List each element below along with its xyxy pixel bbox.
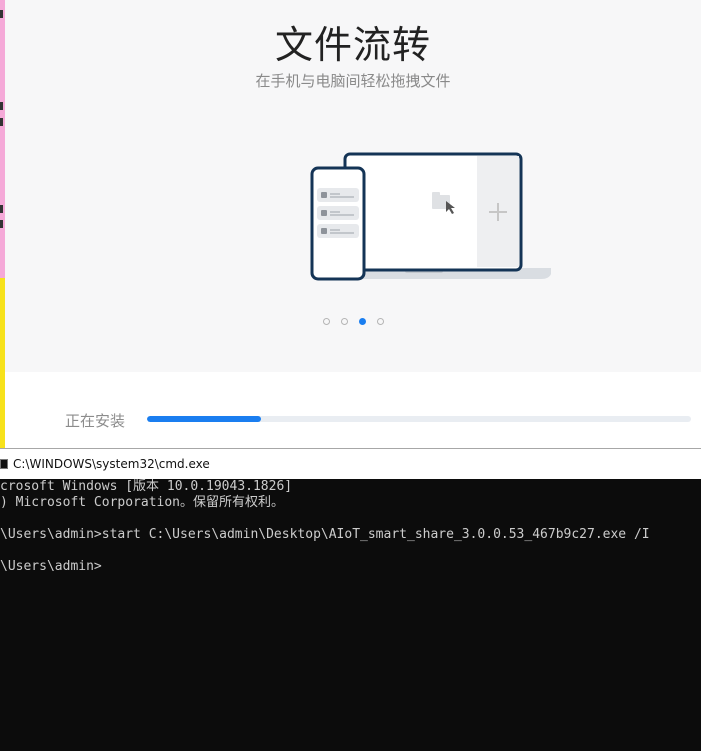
install-progress-area: 正在安装 (5, 372, 701, 448)
feature-title: 文件流转 (274, 23, 431, 67)
progress-bar-fill (147, 416, 262, 422)
console-line: ) Microsoft Corporation。保留所有权利。 (0, 495, 285, 510)
feature-subtitle: 在手机与电脑间轻松拖拽文件 (255, 72, 451, 90)
file-transfer-illustration (310, 152, 551, 281)
screen: 文件流转 在手机与电脑间轻松拖拽文件 正在安装 C:\WINDOWS\syste… (0, 0, 701, 751)
carousel-dots (5, 318, 701, 325)
desktop-icon-fragment (0, 118, 3, 126)
carousel-dot[interactable] (340, 318, 348, 325)
console-line: \Users\admin> (0, 559, 102, 574)
carousel-dot[interactable] (322, 318, 330, 325)
console-line: \Users\admin>start C:\Users\admin\Deskto… (0, 527, 650, 542)
installer-window: 文件流转 在手机与电脑间轻松拖拽文件 正在安装 (5, 0, 701, 448)
cmd-title-bar[interactable]: C:\WINDOWS\system32\cmd.exe (0, 448, 701, 479)
cmd-window[interactable]: C:\WINDOWS\system32\cmd.exe crosoft Wind… (0, 448, 701, 751)
progress-bar (147, 416, 691, 422)
cmd-window-title: C:\WINDOWS\system32\cmd.exe (13, 457, 210, 471)
carousel-dot[interactable] (376, 318, 384, 325)
console-line: crosoft Windows [版本 10.0.19043.1826] (0, 479, 293, 494)
desktop-icon-fragment (0, 10, 3, 18)
desktop-icon-fragment (0, 102, 3, 110)
cmd-console-output[interactable]: crosoft Windows [版本 10.0.19043.1826]) Mi… (0, 479, 701, 751)
progress-label: 正在安装 (65, 412, 126, 430)
carousel-dot[interactable] (358, 318, 366, 325)
desktop-icon-fragment (0, 220, 3, 228)
cmd-window-icon[interactable] (0, 459, 8, 469)
desktop-icon-fragment (0, 205, 3, 213)
feature-carousel: 文件流转 在手机与电脑间轻松拖拽文件 (5, 0, 701, 372)
